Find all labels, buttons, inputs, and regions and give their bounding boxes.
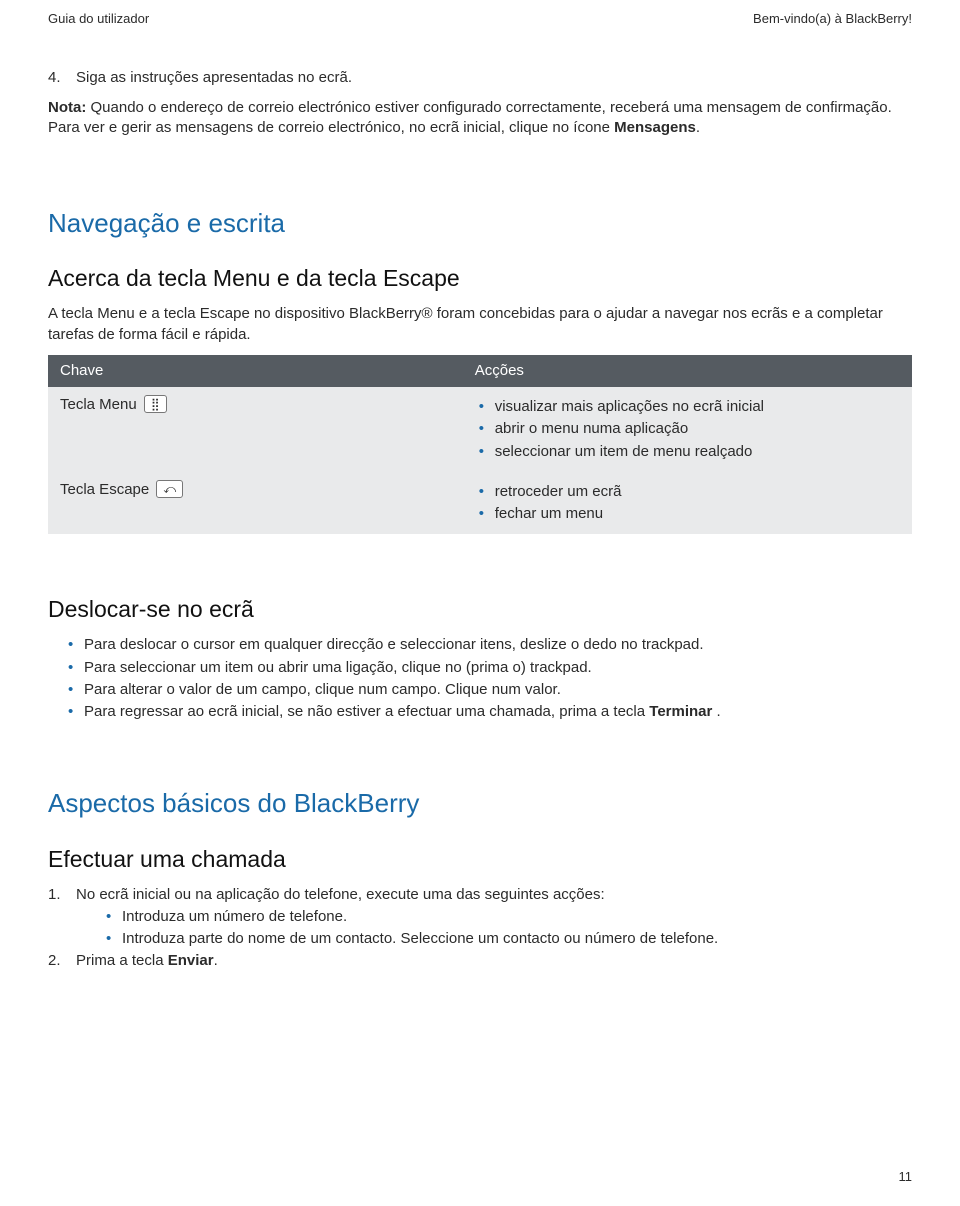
step-list: 4. Siga as instruções apresentadas no ec… — [48, 68, 912, 88]
step-pre: Prima a tecla — [76, 952, 168, 969]
subsection-deslocar: Deslocar-se no ecrã — [48, 594, 912, 625]
call-steps: 1. No ecrã inicial ou na aplicação do te… — [48, 885, 912, 972]
table-row: Tecla Menu ⣿ visualizar mais aplicações … — [48, 387, 912, 472]
key-menu-actions: visualizar mais aplicações no ecrã inici… — [463, 387, 912, 472]
note-paragraph: Nota: Quando o endereço de correio elect… — [48, 98, 912, 139]
step-number: 1. — [48, 885, 61, 905]
list-item-bold: Terminar — [649, 703, 712, 720]
key-escape-label: Tecla Escape — [60, 481, 149, 498]
call-step-1: 1. No ecrã inicial ou na aplicação do te… — [48, 885, 912, 950]
list-item: Para deslocar o cursor em qualquer direc… — [48, 635, 912, 655]
subsection-menu-escape: Acerca da tecla Menu e da tecla Escape — [48, 263, 912, 294]
deslocar-list: Para deslocar o cursor em qualquer direc… — [48, 635, 912, 722]
list-item: seleccionar um item de menu realçado — [475, 442, 900, 462]
key-escape-actions: retroceder um ecrã fechar um menu — [463, 472, 912, 535]
list-item: Para alterar o valor de um campo, clique… — [48, 680, 912, 700]
header-right: Bem-vindo(a) à BlackBerry! — [753, 10, 912, 28]
list-item: visualizar mais aplicações no ecrã inici… — [475, 397, 900, 417]
key-escape-cell: Tecla Escape ⤺ — [48, 472, 463, 535]
escape-key-icon: ⤺ — [156, 480, 183, 498]
step-text: No ecrã inicial ou na aplicação do telef… — [76, 886, 605, 903]
header-left: Guia do utilizador — [48, 10, 149, 28]
section-title-basics: Aspectos básicos do BlackBerry — [48, 786, 912, 821]
step-number: 2. — [48, 951, 61, 971]
list-item: fechar um menu — [475, 504, 900, 524]
menu-escape-intro: A tecla Menu e a tecla Escape no disposi… — [48, 304, 912, 345]
page-number: 11 — [899, 1168, 913, 1186]
note-part2: . — [696, 119, 700, 136]
keys-table: Chave Acções Tecla Menu ⣿ visualizar mai… — [48, 355, 912, 535]
note-part1: Quando o endereço de correio electrónico… — [48, 99, 892, 136]
list-item: abrir o menu numa aplicação — [475, 419, 900, 439]
section-title-navigation: Navegação e escrita — [48, 206, 912, 241]
menu-key-icon: ⣿ — [144, 395, 167, 413]
list-item: retroceder um ecrã — [475, 482, 900, 502]
step-post: . — [214, 952, 218, 969]
col-accoes: Acções — [463, 355, 912, 387]
list-item: Para regressar ao ecrã inicial, se não e… — [48, 702, 912, 722]
subsection-call: Efectuar uma chamada — [48, 844, 912, 875]
key-menu-cell: Tecla Menu ⣿ — [48, 387, 463, 472]
key-menu-label: Tecla Menu — [60, 396, 137, 413]
list-item-post: . — [712, 703, 720, 720]
list-item: Introduza parte do nome de um contacto. … — [102, 929, 912, 949]
step-4: 4. Siga as instruções apresentadas no ec… — [48, 68, 912, 88]
step-number: 4. — [48, 68, 61, 88]
list-item: Para seleccionar um item ou abrir uma li… — [48, 658, 912, 678]
step-text: Siga as instruções apresentadas no ecrã. — [76, 69, 352, 86]
list-item: Introduza um número de telefone. — [102, 907, 912, 927]
col-chave: Chave — [48, 355, 463, 387]
note-label: Nota: — [48, 99, 86, 116]
table-row: Tecla Escape ⤺ retroceder um ecrã fechar… — [48, 472, 912, 535]
note-bold: Mensagens — [614, 119, 696, 136]
step-bold: Enviar — [168, 952, 214, 969]
page-header: Guia do utilizador Bem-vindo(a) à BlackB… — [48, 10, 912, 28]
list-item-pre: Para regressar ao ecrã inicial, se não e… — [84, 703, 649, 720]
table-header-row: Chave Acções — [48, 355, 912, 387]
call-step-2: 2. Prima a tecla Enviar. — [48, 951, 912, 971]
